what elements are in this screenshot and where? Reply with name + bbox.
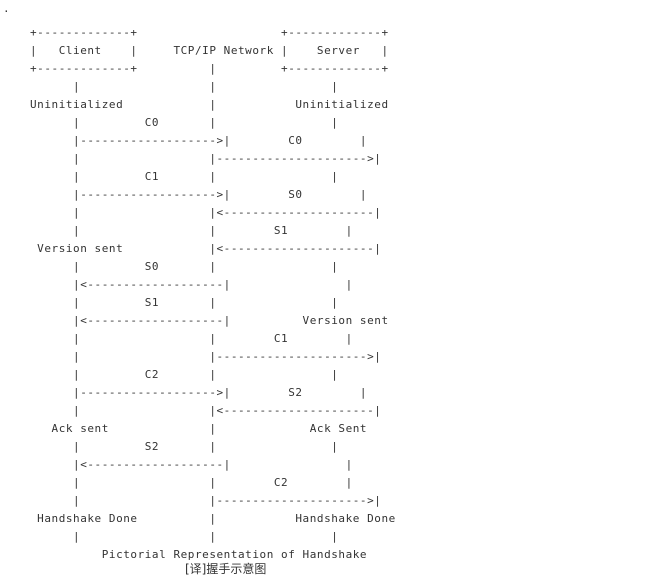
diagram-line: Uninitialized | Uninitialized	[30, 98, 389, 111]
diagram-line: | | S1 |	[30, 224, 353, 237]
diagram-line: | |--------------------->|	[30, 494, 382, 507]
diagram-line: Version sent |<---------------------|	[30, 242, 382, 255]
diagram-caption: [译]握手示意图	[185, 562, 267, 576]
diagram-line: | |<---------------------|	[30, 206, 382, 219]
corner-dot: .	[3, 2, 10, 15]
diagram-line: | C1 | |	[30, 170, 339, 183]
diagram-line: Ack sent | Ack Sent	[30, 422, 368, 435]
diagram-line: | |--------------------->|	[30, 350, 382, 363]
diagram-line: | S0 | |	[30, 260, 339, 273]
diagram-line: | C0 | |	[30, 116, 339, 129]
diagram-line: |------------------->| S0 |	[30, 188, 368, 201]
diagram-line: Handshake Done | Handshake Done	[30, 512, 396, 525]
diagram-line: | | C2 |	[30, 476, 353, 489]
diagram-line: | |<---------------------|	[30, 404, 382, 417]
diagram-line: +-------------+ | +-------------+	[30, 62, 389, 75]
handshake-diagram-page: . +-------------+ +-------------+ | Clien…	[0, 0, 660, 584]
ascii-handshake-diagram: +-------------+ +-------------+ | Client …	[30, 24, 396, 564]
diagram-line: | | |	[30, 80, 339, 93]
diagram-line: |------------------->| C0 |	[30, 134, 368, 147]
diagram-line: |<-------------------| |	[30, 278, 353, 291]
diagram-line: | | C1 |	[30, 332, 353, 345]
diagram-line: |------------------->| S2 |	[30, 386, 368, 399]
diagram-line: |<-------------------| |	[30, 458, 353, 471]
diagram-line: | |--------------------->|	[30, 152, 382, 165]
diagram-line: |<-------------------| Version sent	[30, 314, 389, 327]
diagram-line: | | |	[30, 530, 339, 543]
diagram-line: | S2 | |	[30, 440, 339, 453]
diagram-line: | C2 | |	[30, 368, 339, 381]
diagram-line: +-------------+ +-------------+	[30, 26, 389, 39]
diagram-line: | Client | TCP/IP Network | Server |	[30, 44, 389, 57]
diagram-line: | S1 | |	[30, 296, 339, 309]
